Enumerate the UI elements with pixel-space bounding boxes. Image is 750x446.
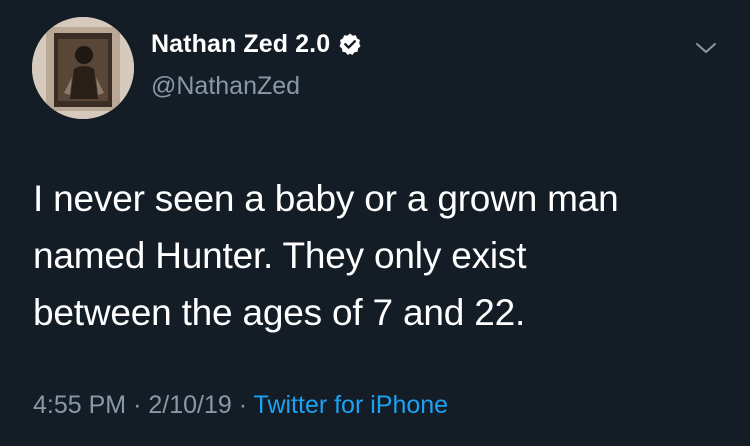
tweet-text-line: named Hunter. They only exist (33, 235, 527, 276)
tweet-source-link[interactable]: Twitter for iPhone (254, 391, 449, 419)
tweet-date[interactable]: 2/10/19 (148, 391, 231, 419)
profile-photo-icon (32, 17, 134, 119)
meta-separator: · (133, 391, 142, 419)
meta-separator: · (238, 391, 248, 419)
tweet-meta: 4:55 PM · 2/10/19 · Twitter for iPhone (33, 389, 448, 421)
verified-badge-icon (339, 33, 361, 55)
tweet-time[interactable]: 4:55 PM (33, 391, 126, 419)
author-handle[interactable]: @NathanZed (151, 71, 300, 101)
author-name-row[interactable]: Nathan Zed 2.0 (151, 28, 362, 60)
tweet-text-line: between the ages of 7 and 22. (33, 292, 526, 333)
tweet-text-line: I never seen a baby or a grown man (33, 178, 619, 219)
tweet-card: Nathan Zed 2.0 @NathanZed I never seen a… (0, 0, 750, 446)
tweet-text: I never seen a baby or a grown man named… (33, 170, 723, 341)
chevron-down-icon[interactable] (690, 36, 722, 60)
display-name[interactable]: Nathan Zed 2.0 (151, 28, 330, 60)
avatar[interactable] (32, 17, 134, 119)
